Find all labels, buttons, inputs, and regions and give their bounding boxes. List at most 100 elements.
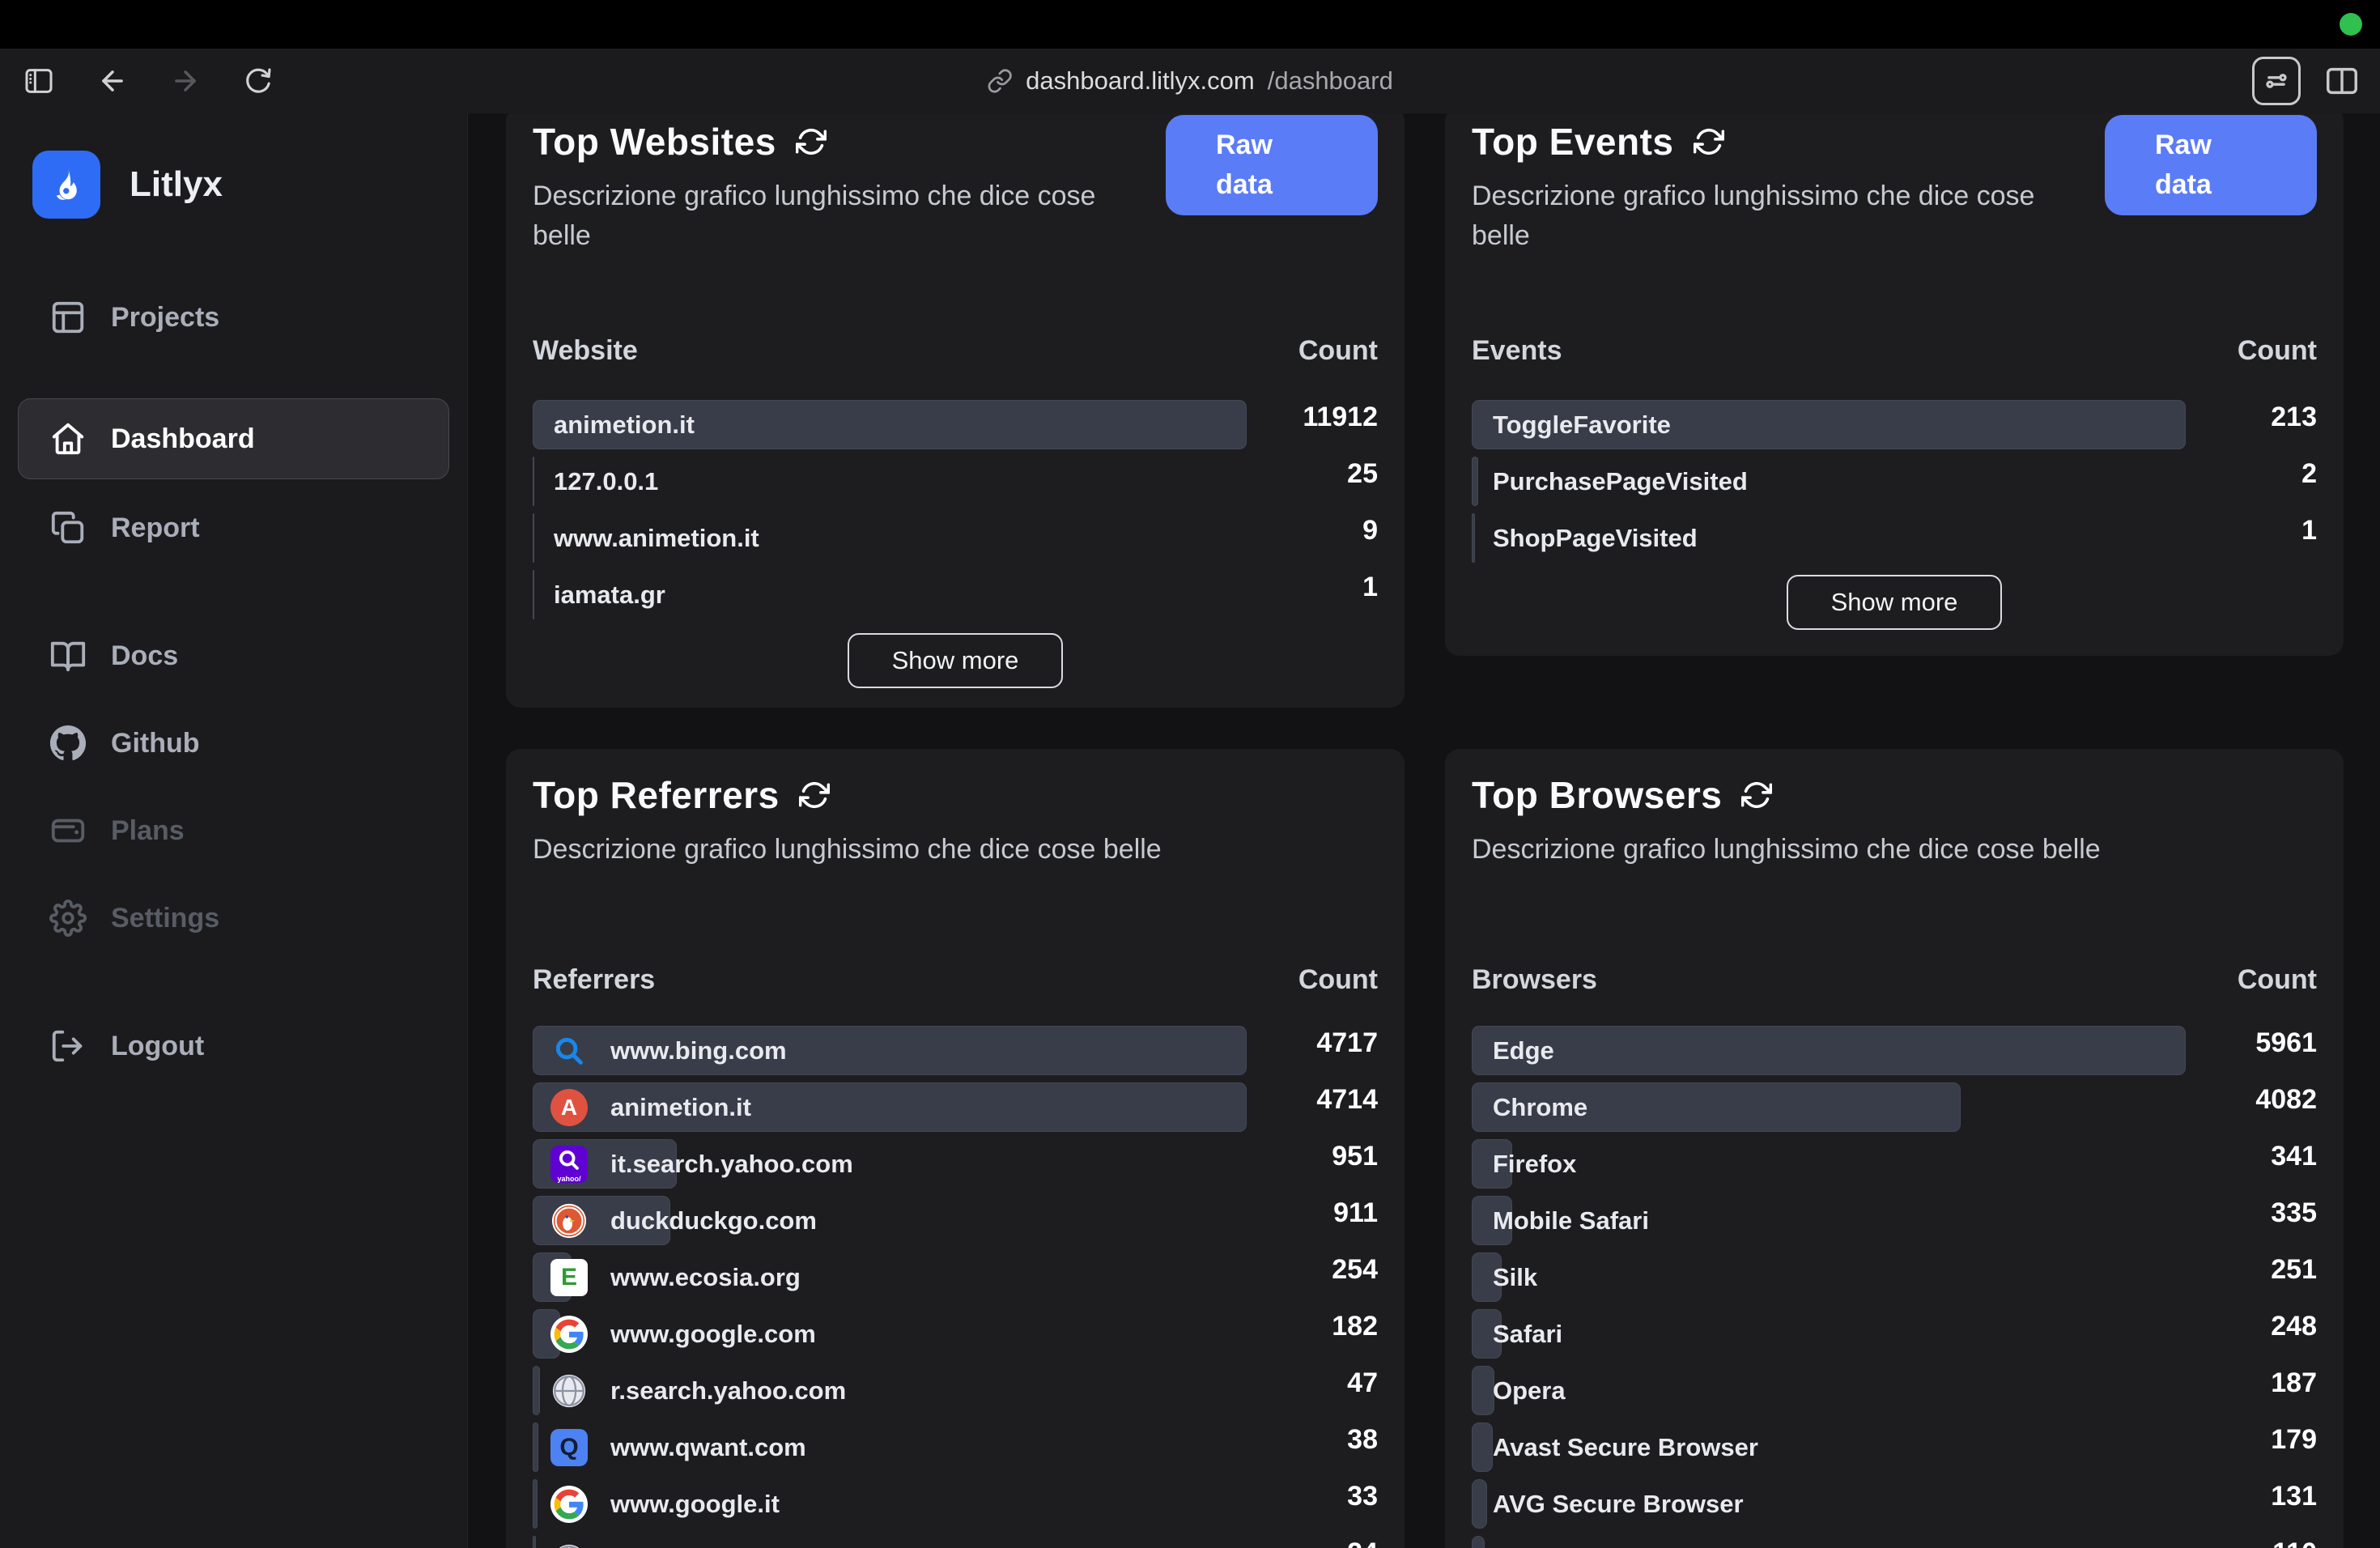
logout-icon <box>49 1027 87 1065</box>
row-label: it.search.yahoo.com <box>610 1150 853 1179</box>
row-count: 4714 <box>1316 1084 1378 1116</box>
row-label: iamata.gr <box>554 580 665 610</box>
refresh-icon[interactable] <box>799 780 830 810</box>
card-subtitle: Descrizione grafico lunghissimo che dice… <box>533 830 1378 870</box>
sidebar-item-label: Report <box>111 512 200 544</box>
table-rows: Edge5961Chrome4082Firefox341Mobile Safar… <box>1472 1026 2317 1548</box>
row-count: 1 <box>1362 572 1378 603</box>
sidebar-item-label: Github <box>111 728 200 759</box>
projects-icon <box>49 299 87 336</box>
table-rows: ToggleFavorite213PurchasePageVisited2Sho… <box>1472 400 2317 570</box>
row-count: 38 <box>1347 1424 1378 1456</box>
raw-data-button[interactable]: Raw data <box>2105 115 2317 215</box>
table-row: iamata.gr 1 <box>533 570 1378 619</box>
main-content: Top Websites Descrizione grafico lunghis… <box>468 113 2380 1548</box>
card-title: Top Browsers <box>1472 773 1722 817</box>
sidebar-item-github[interactable]: Github <box>18 703 449 784</box>
sidebar-item-label: Settings <box>111 903 219 934</box>
card-top-websites: Top Websites Descrizione grafico lunghis… <box>506 113 1405 708</box>
url-domain: dashboard.litlyx.com <box>1026 66 1255 96</box>
value-bar <box>533 570 534 619</box>
yahoo-favicon: yahoo/ <box>550 1146 588 1183</box>
table-row: Ewww.ecosia.org254 <box>533 1252 1378 1302</box>
sidebar-item-dashboard[interactable]: Dashboard <box>18 398 449 479</box>
row-label: animetion.it <box>610 1093 751 1122</box>
table-row: Avast Secure Browser179 <box>1472 1423 2317 1472</box>
link-icon <box>987 68 1013 94</box>
row-label: www.google.com <box>610 1320 816 1349</box>
globe-favicon <box>550 1372 588 1410</box>
sidebar-item-plans[interactable]: Plans <box>18 790 449 871</box>
row-count: 9 <box>1362 515 1378 546</box>
github-icon <box>49 725 87 762</box>
row-label: animetion.it <box>554 410 695 440</box>
value-bar <box>533 513 534 563</box>
titlebar <box>0 0 2380 49</box>
refresh-icon[interactable] <box>796 126 827 157</box>
row-label: Silk <box>1493 1263 1537 1292</box>
url-bar[interactable]: dashboard.litlyx.com/dashboard <box>987 66 1393 96</box>
litlyx-logo-icon <box>32 151 100 219</box>
card-top-referrers: Top Referrers Descrizione grafico lunghi… <box>506 749 1405 1548</box>
sidebar-item-logout[interactable]: Logout <box>18 1006 449 1087</box>
table-row: www.google.it33 <box>533 1479 1378 1529</box>
recording-dot <box>2340 13 2362 36</box>
table-row: www.bing.com 4717 <box>533 1026 1378 1075</box>
value-bar <box>1472 1536 1485 1548</box>
row-count: 951 <box>1332 1141 1378 1172</box>
raw-data-button[interactable]: Raw data <box>1166 115 1378 215</box>
sidebar-toggle-icon[interactable] <box>23 65 55 97</box>
row-count: 213 <box>2271 402 2317 433</box>
row-label: Chrome <box>1493 1093 1587 1122</box>
back-icon[interactable] <box>97 66 128 96</box>
table-row: Silk251 <box>1472 1252 2317 1302</box>
sidebar-item-report[interactable]: Report <box>18 487 449 568</box>
refresh-icon[interactable] <box>1741 780 1772 810</box>
count-header: Count <box>2238 964 2317 996</box>
row-count: 254 <box>1332 1254 1378 1286</box>
sidebar-item-label: Plans <box>111 815 185 847</box>
count-header: Count <box>1298 964 1378 996</box>
sidebar-item-label: Logout <box>111 1031 204 1062</box>
brand: Litlyx <box>32 151 467 219</box>
reload-icon[interactable] <box>243 66 274 96</box>
letter-a-favicon: A <box>550 1089 588 1126</box>
split-view-icon[interactable] <box>2323 62 2361 100</box>
row-label: 127.0.0.1 <box>554 467 658 496</box>
home-icon <box>49 420 87 457</box>
sidebar: Litlyx Projects Dashboard Report Docs Github… <box>0 113 468 1548</box>
table-row: Firefox341 <box>1472 1139 2317 1189</box>
sidebar-item-settings[interactable]: Settings <box>18 878 449 959</box>
value-bar <box>533 1366 540 1415</box>
value-bar <box>1472 1423 1493 1472</box>
row-count: 33 <box>1347 1481 1378 1512</box>
row-label: Mobile Safari <box>1493 1206 1649 1235</box>
table-rows: animetion.it11912127.0.0.125www.animetio… <box>533 400 1378 627</box>
table-row: animetion.it11912 <box>533 400 1378 449</box>
row-label: Safari <box>1493 1320 1562 1349</box>
row-label: Opera <box>1493 1376 1566 1406</box>
table-row: AVG Secure Browser131 <box>1472 1479 2317 1529</box>
sidebar-nav: Projects Dashboard Report Docs Github Plans Se… <box>0 277 467 1087</box>
count-header: Count <box>1298 335 1378 367</box>
row-count: 4082 <box>2255 1084 2317 1116</box>
row-label: www.bing.com <box>610 1036 787 1065</box>
table-header: Events Count <box>1472 335 2317 367</box>
row-count: 25 <box>1347 458 1378 490</box>
table-row: Qwww.qwant.com38 <box>533 1423 1378 1472</box>
row-label: www.qwant.com <box>610 1433 806 1462</box>
refresh-icon[interactable] <box>1694 126 1724 157</box>
show-more-button[interactable]: Show more <box>1787 575 2002 630</box>
table-row: Samsung Internet110 <box>1472 1536 2317 1548</box>
value-bar <box>533 1423 538 1472</box>
page-settings-icon[interactable] <box>2252 57 2301 105</box>
row-label: PurchasePageVisited <box>1493 467 1748 496</box>
table-row: Mobile Safari335 <box>1472 1196 2317 1245</box>
show-more-button[interactable]: Show more <box>848 633 1063 688</box>
row-label: www.ecosia.org <box>610 1263 801 1292</box>
count-header: Count <box>2238 335 2317 367</box>
row-label: ToggleFavorite <box>1493 410 1671 440</box>
row-count: 4717 <box>1316 1027 1378 1059</box>
sidebar-item-projects[interactable]: Projects <box>18 277 449 358</box>
sidebar-item-docs[interactable]: Docs <box>18 615 449 696</box>
